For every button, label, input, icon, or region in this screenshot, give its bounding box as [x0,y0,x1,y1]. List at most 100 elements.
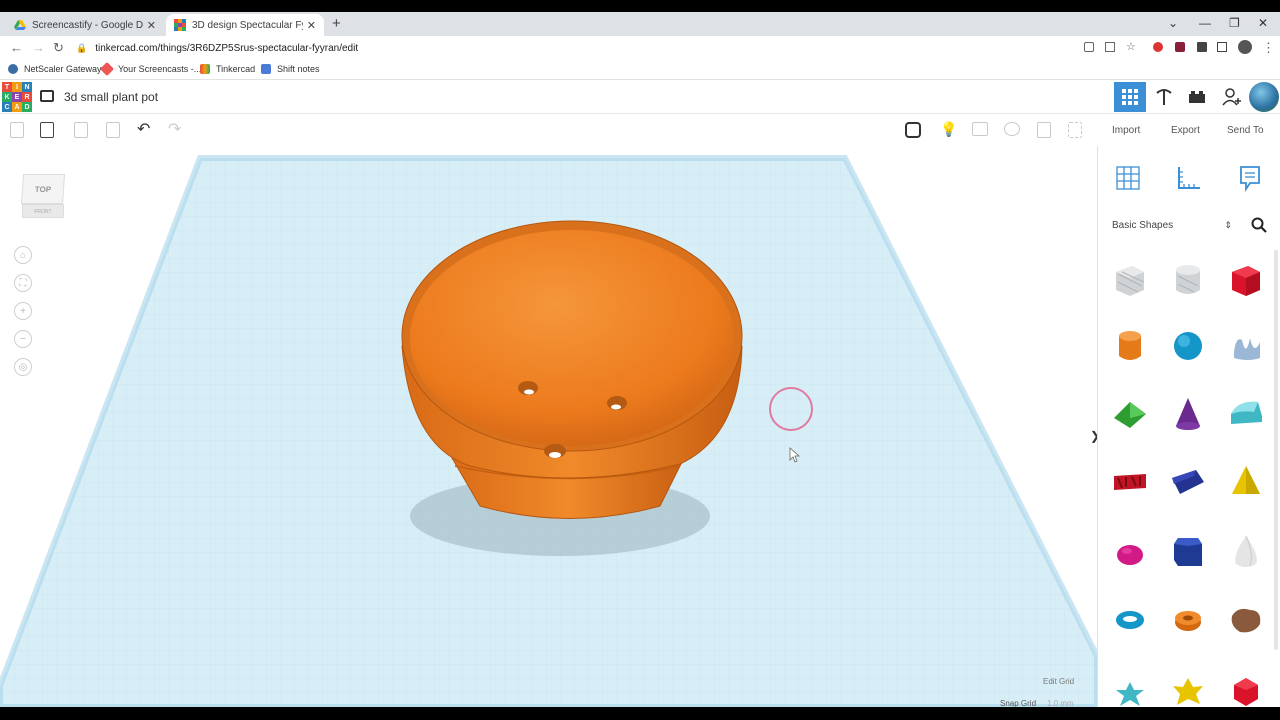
align-icon[interactable] [1037,122,1051,138]
edit-toolbar: ↶ ↷ 💡 Import Export Send To [0,114,1280,146]
undo-icon[interactable]: ↶ [137,119,150,139]
edit-grid-button[interactable]: Edit Grid [1043,677,1074,686]
box-hole-shape[interactable] [1112,262,1148,298]
roof-shape[interactable] [1112,396,1148,432]
polygon-shape[interactable] [1170,534,1206,570]
panel-scrollbar[interactable] [1274,250,1278,650]
panel-collapse-icon[interactable]: ❯ [1090,429,1097,443]
star-gold-shape[interactable] [1170,674,1206,707]
close-window-icon[interactable]: ✕ [1258,16,1268,30]
workplane-icon[interactable] [1114,164,1142,192]
bricks-view-button[interactable] [1181,82,1213,112]
pot-interior [410,230,734,446]
new-tab-button[interactable]: + [332,15,341,32]
extensions-icon[interactable] [1197,42,1207,52]
forward-icon[interactable]: → [32,40,45,55]
round-roof-shape[interactable] [1228,396,1264,432]
paste-icon[interactable] [40,122,54,138]
ortho-view-icon[interactable]: ◎ [14,358,32,376]
delete-icon[interactable] [106,122,120,138]
tab-title: Screencastify - Google Drive [32,19,143,31]
pyramid-shape[interactable] [1228,464,1264,500]
minimize-icon[interactable]: — [1199,16,1211,30]
tinkercad-logo[interactable]: T I N K E R C A D [2,82,32,112]
url-field[interactable]: 🔒 tinkercad.com/things/3R6DZP5Srus-spect… [76,38,1076,58]
cylinder-hole-shape[interactable] [1170,262,1206,298]
icosahedron-shape[interactable] [1228,674,1264,707]
notes-eye-icon[interactable] [905,122,921,138]
share-icon[interactable] [1105,42,1115,52]
cone-shape[interactable] [1170,396,1206,432]
cylinder-shape[interactable] [1112,328,1148,364]
url-text: tinkercad.com/things/3R6DZP5Srus-spectac… [95,42,359,54]
half-sphere-shape[interactable] [1170,464,1206,500]
lightbulb-icon[interactable]: 💡 [940,121,957,138]
zoom-out-icon[interactable]: − [14,330,32,348]
extension-puzzle-icon[interactable] [1175,42,1185,52]
duplicate-icon[interactable] [74,122,88,138]
tab-title: 3D design Spectacular Fyyran | T [192,19,303,31]
egg-shape[interactable] [1228,534,1264,570]
pickaxe-icon [1156,89,1172,105]
ungroup-icon[interactable] [1004,122,1020,136]
mirror-icon[interactable] [1068,122,1082,138]
logo-letter: T [2,82,12,92]
redo-icon[interactable]: ↷ [168,119,181,139]
bookmark-shift-notes[interactable]: Shift notes [261,64,320,74]
tinkercad-icon [200,64,210,74]
blocks-view-button[interactable] [1148,82,1180,112]
ruler-icon[interactable] [1174,164,1202,192]
close-tab-icon[interactable]: ✕ [147,19,156,32]
fit-view-icon[interactable]: ⛶ [14,274,32,292]
paraboloid-shape[interactable] [1112,534,1148,570]
zoom-in-icon[interactable]: + [14,302,32,320]
box-shape[interactable] [1228,262,1264,298]
3d-view-button[interactable] [1114,82,1146,112]
tab-screencastify[interactable]: Screencastify - Google Drive ✕ [6,14,164,36]
search-icon[interactable] [1251,217,1267,233]
sidepanel-icon[interactable] [1217,42,1227,52]
close-tab-icon[interactable]: ✕ [307,19,316,32]
torus-shape[interactable] [1112,602,1148,638]
bookmarks-bar: NetScaler Gateway Your Screencasts -... … [0,60,1280,80]
notes-icon[interactable] [1236,164,1264,192]
shapes-category-select[interactable]: Basic Shapes ⇕ [1106,214,1238,236]
send-to-button[interactable]: Send To [1227,125,1264,136]
user-avatar[interactable] [1249,82,1279,112]
snap-grid-value[interactable]: 1.0 mm [1047,699,1074,707]
extension-record-icon[interactable] [1153,42,1163,52]
group-icon[interactable] [972,122,988,136]
workplane-viewport[interactable]: TOP FRONT ⌂ ⛶ + − ◎ ❯ Edit Grid Snap Gri… [0,146,1097,707]
tab-search-icon[interactable]: ⌄ [1168,16,1178,30]
reload-icon[interactable]: ↻ [53,40,64,56]
star-shape[interactable] [1112,676,1148,707]
profile-avatar[interactable] [1238,40,1252,54]
import-button[interactable]: Import [1112,125,1140,136]
design-list-icon[interactable] [40,90,54,102]
rock-shape[interactable] [1228,602,1264,638]
menu-icon[interactable]: ⋮ [1262,40,1275,56]
restore-icon[interactable]: ❐ [1229,16,1240,30]
bookmark-label: Tinkercad [216,64,256,74]
view-cube-top[interactable]: TOP [20,174,66,204]
bookmark-netscaler[interactable]: NetScaler Gateway [8,64,102,74]
design-title[interactable]: 3d small plant pot [64,90,158,104]
tab-tinkercad[interactable]: 3D design Spectacular Fyyran | T ✕ [166,14,324,36]
home-view-icon[interactable]: ⌂ [14,246,32,264]
tube-shape[interactable] [1170,602,1206,638]
bookmark-tinkercad[interactable]: Tinkercad [200,64,255,74]
export-button[interactable]: Export [1171,125,1200,136]
scribble-shape[interactable] [1228,328,1264,364]
browser-tabstrip: Screencastify - Google Drive ✕ 3D design… [0,12,1280,36]
bookmark-star-icon[interactable]: ☆ [1126,40,1136,53]
text-shape[interactable] [1112,464,1148,500]
invite-user-button[interactable] [1216,82,1248,112]
sphere-shape[interactable] [1170,328,1206,364]
back-icon[interactable]: ← [10,40,23,55]
view-cube-front[interactable]: FRONT [22,204,64,218]
view-cube[interactable]: TOP FRONT [20,174,66,218]
bookmark-screencasts[interactable]: Your Screencasts -... [99,61,201,77]
copy-icon[interactable] [10,122,24,138]
logo-letter: I [12,82,22,92]
install-icon[interactable] [1084,42,1094,52]
